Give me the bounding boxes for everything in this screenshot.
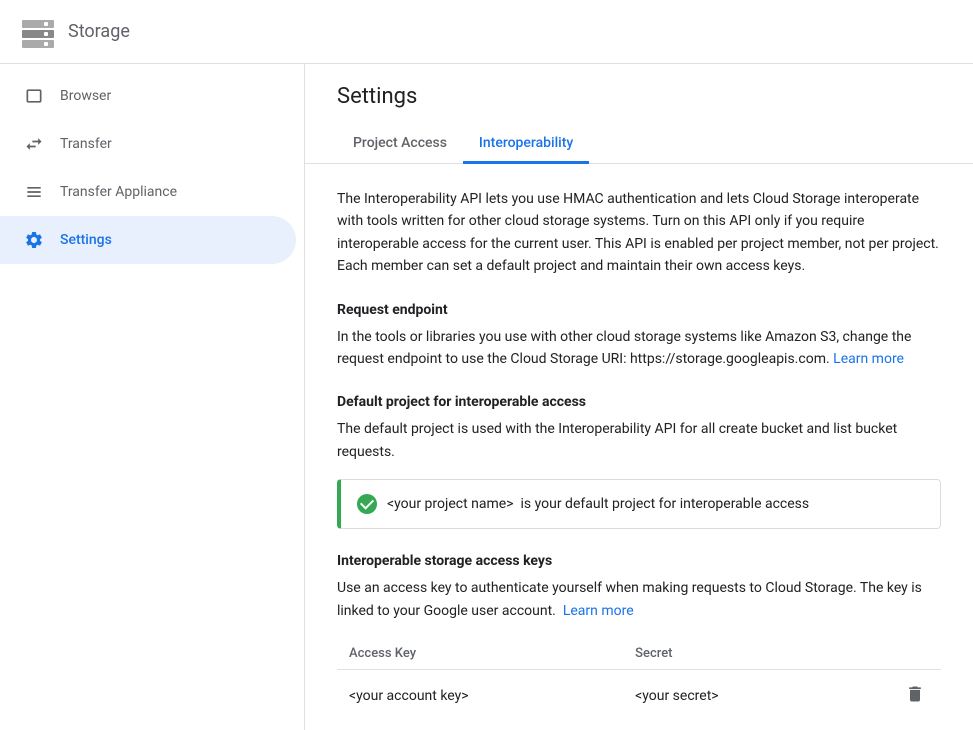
- col-access-key: Access Key: [337, 638, 623, 670]
- table-header: Access Key Secret: [337, 638, 941, 670]
- request-endpoint-section: Request endpoint In the tools or librari…: [337, 302, 941, 371]
- sidebar-item-settings[interactable]: Settings: [0, 216, 296, 264]
- default-project-text: The default project is used with the Int…: [337, 418, 941, 463]
- appliance-icon: [24, 182, 44, 202]
- transfer-icon: [24, 134, 44, 154]
- table-header-row: Access Key Secret: [337, 638, 941, 670]
- col-secret: Secret: [623, 638, 837, 670]
- storage-logo-icon: [20, 14, 56, 50]
- content-area: The Interoperability API lets you use HM…: [305, 164, 973, 730]
- project-name: <your project name>: [387, 496, 514, 512]
- sidebar-item-browser-label: Browser: [60, 88, 111, 104]
- sidebar-item-browser[interactable]: Browser: [0, 72, 296, 120]
- sidebar-item-transfer-appliance[interactable]: Transfer Appliance: [0, 168, 296, 216]
- check-circle-icon: [357, 494, 377, 514]
- access-keys-section: Interoperable storage access keys Use an…: [337, 553, 941, 730]
- top-bar: Storage: [0, 0, 973, 64]
- sidebar-item-transfer[interactable]: Transfer: [0, 120, 296, 168]
- page-title: Settings: [337, 84, 941, 109]
- row-actions: [837, 669, 941, 723]
- logo: Storage: [20, 14, 130, 50]
- request-endpoint-learn-more[interactable]: Learn more: [833, 351, 904, 367]
- request-endpoint-text: In the tools or libraries you use with o…: [337, 326, 941, 371]
- request-endpoint-title: Request endpoint: [337, 302, 941, 318]
- main-content: Settings Project Access Interoperability…: [305, 64, 973, 730]
- access-keys-learn-more[interactable]: Learn more: [563, 603, 634, 619]
- access-keys-description: Use an access key to authenticate yourse…: [337, 577, 941, 622]
- secret-value: <your secret>: [623, 669, 837, 723]
- table-row: <your account key> <your secret>: [337, 669, 941, 723]
- sidebar: Browser Transfer Transfer Appliance Sett…: [0, 64, 305, 730]
- table-body: <your account key> <your secret>: [337, 669, 941, 723]
- delete-key-button[interactable]: [901, 684, 929, 713]
- access-keys-title: Interoperable storage access keys: [337, 553, 941, 569]
- project-default-label: is your default project for interoperabl…: [521, 496, 810, 512]
- tab-interoperability[interactable]: Interoperability: [463, 125, 589, 164]
- col-actions: [837, 638, 941, 670]
- sidebar-item-transfer-appliance-label: Transfer Appliance: [60, 184, 177, 200]
- tab-project-access[interactable]: Project Access: [337, 125, 463, 164]
- app-body: Browser Transfer Transfer Appliance Sett…: [0, 64, 973, 730]
- page-header: Settings Project Access Interoperability: [305, 64, 973, 164]
- sidebar-item-transfer-label: Transfer: [60, 136, 112, 152]
- interop-description: The Interoperability API lets you use HM…: [337, 188, 941, 278]
- bucket-icon: [24, 86, 44, 106]
- tabs-bar: Project Access Interoperability: [337, 125, 941, 163]
- project-box-text: <your project name> is your default proj…: [387, 496, 809, 512]
- settings-icon: [24, 230, 44, 250]
- access-key-value: <your account key>: [337, 669, 623, 723]
- default-project-title: Default project for interoperable access: [337, 394, 941, 410]
- sidebar-item-settings-label: Settings: [60, 232, 112, 248]
- default-project-section: Default project for interoperable access…: [337, 394, 941, 529]
- access-keys-table: Access Key Secret <your account key> <yo…: [337, 638, 941, 723]
- app-title: Storage: [68, 21, 130, 42]
- default-project-box: <your project name> is your default proj…: [337, 479, 941, 529]
